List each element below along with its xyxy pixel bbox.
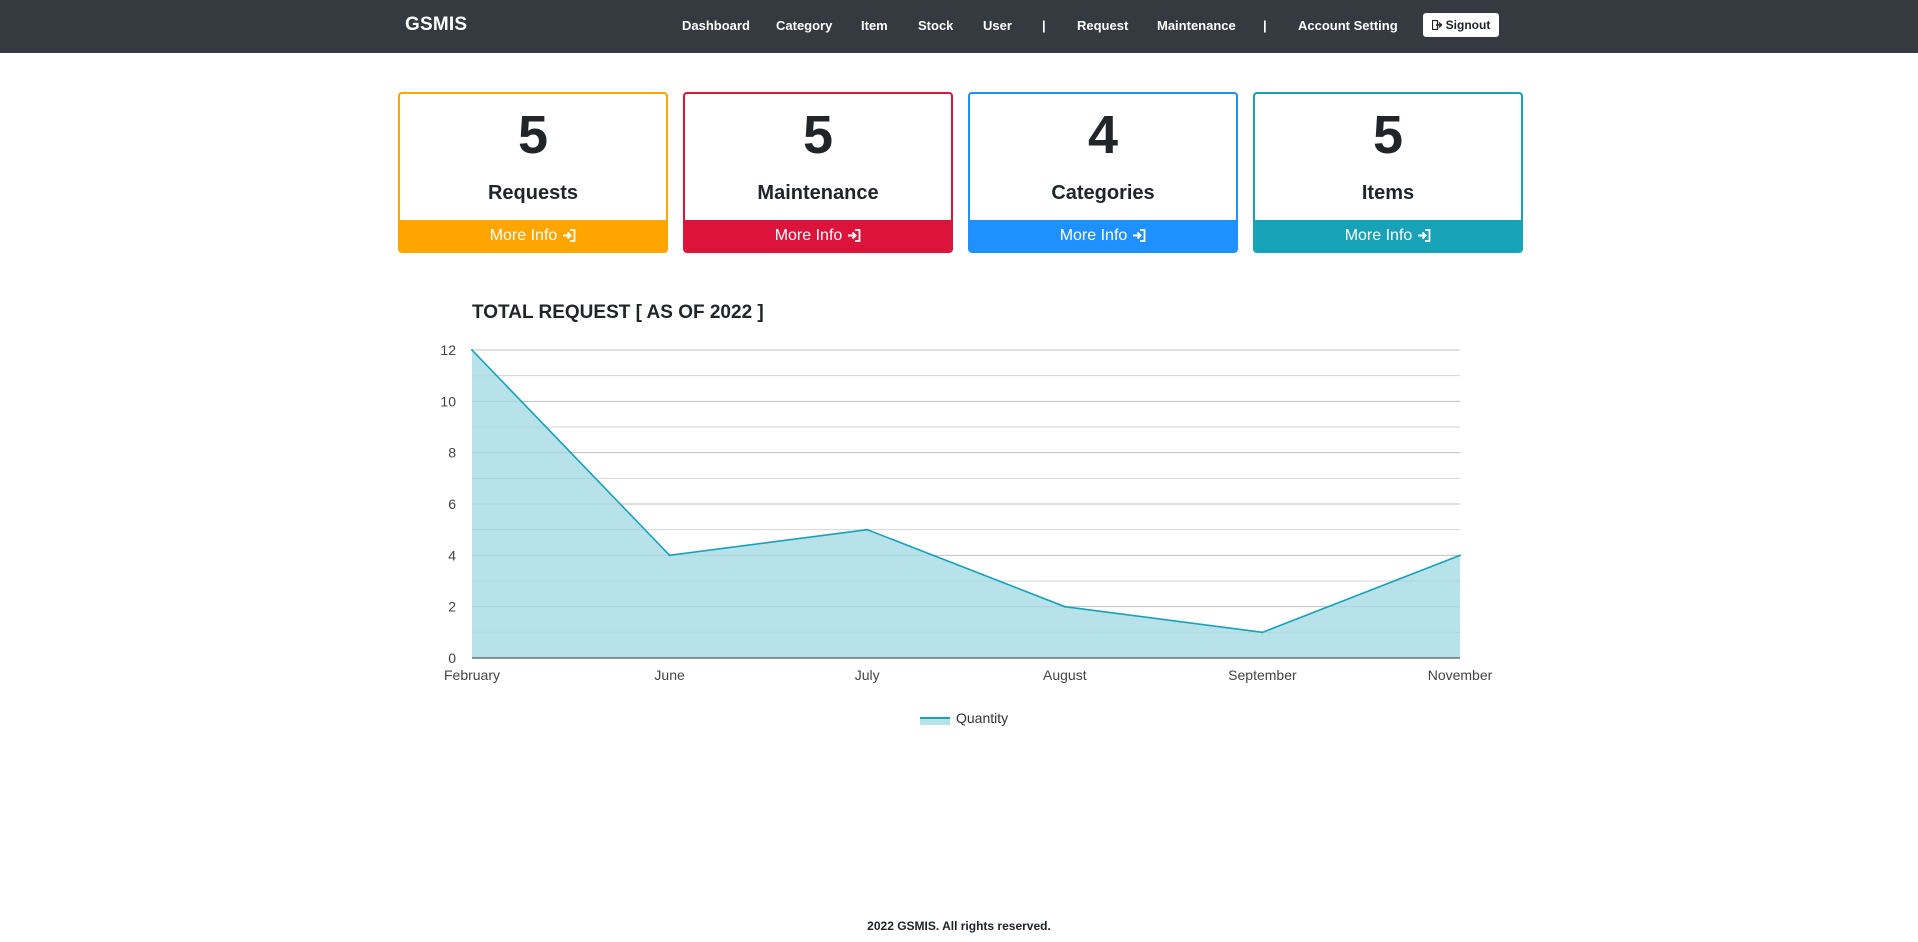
data-point [668, 554, 671, 557]
x-tick-label: November [1428, 667, 1493, 683]
legend-swatch [920, 718, 950, 725]
x-tick-label: June [654, 667, 685, 683]
x-tick-label: February [444, 667, 500, 683]
y-tick-label: 0 [448, 650, 456, 666]
data-point [471, 349, 473, 351]
x-tick-label: July [855, 667, 880, 683]
y-tick-label: 2 [448, 599, 456, 615]
y-tick-label: 6 [448, 496, 456, 512]
data-point [1261, 631, 1264, 634]
data-point [866, 528, 869, 531]
x-tick-label: September [1228, 667, 1297, 683]
y-tick-label: 10 [440, 393, 456, 409]
total-request-chart: 0 2 4 6 8 10 12 February June July August September… [440, 342, 1493, 726]
legend-label: Quantity [956, 710, 1008, 726]
y-tick-label: 4 [448, 547, 456, 563]
data-point [1063, 605, 1066, 608]
y-tick-label: 8 [448, 445, 456, 461]
x-tick-label: August [1043, 667, 1087, 683]
y-tick-label: 12 [440, 342, 456, 358]
data-point [1459, 554, 1461, 557]
page-footer: 2022 GSMIS. All rights reserved. [867, 919, 1051, 933]
